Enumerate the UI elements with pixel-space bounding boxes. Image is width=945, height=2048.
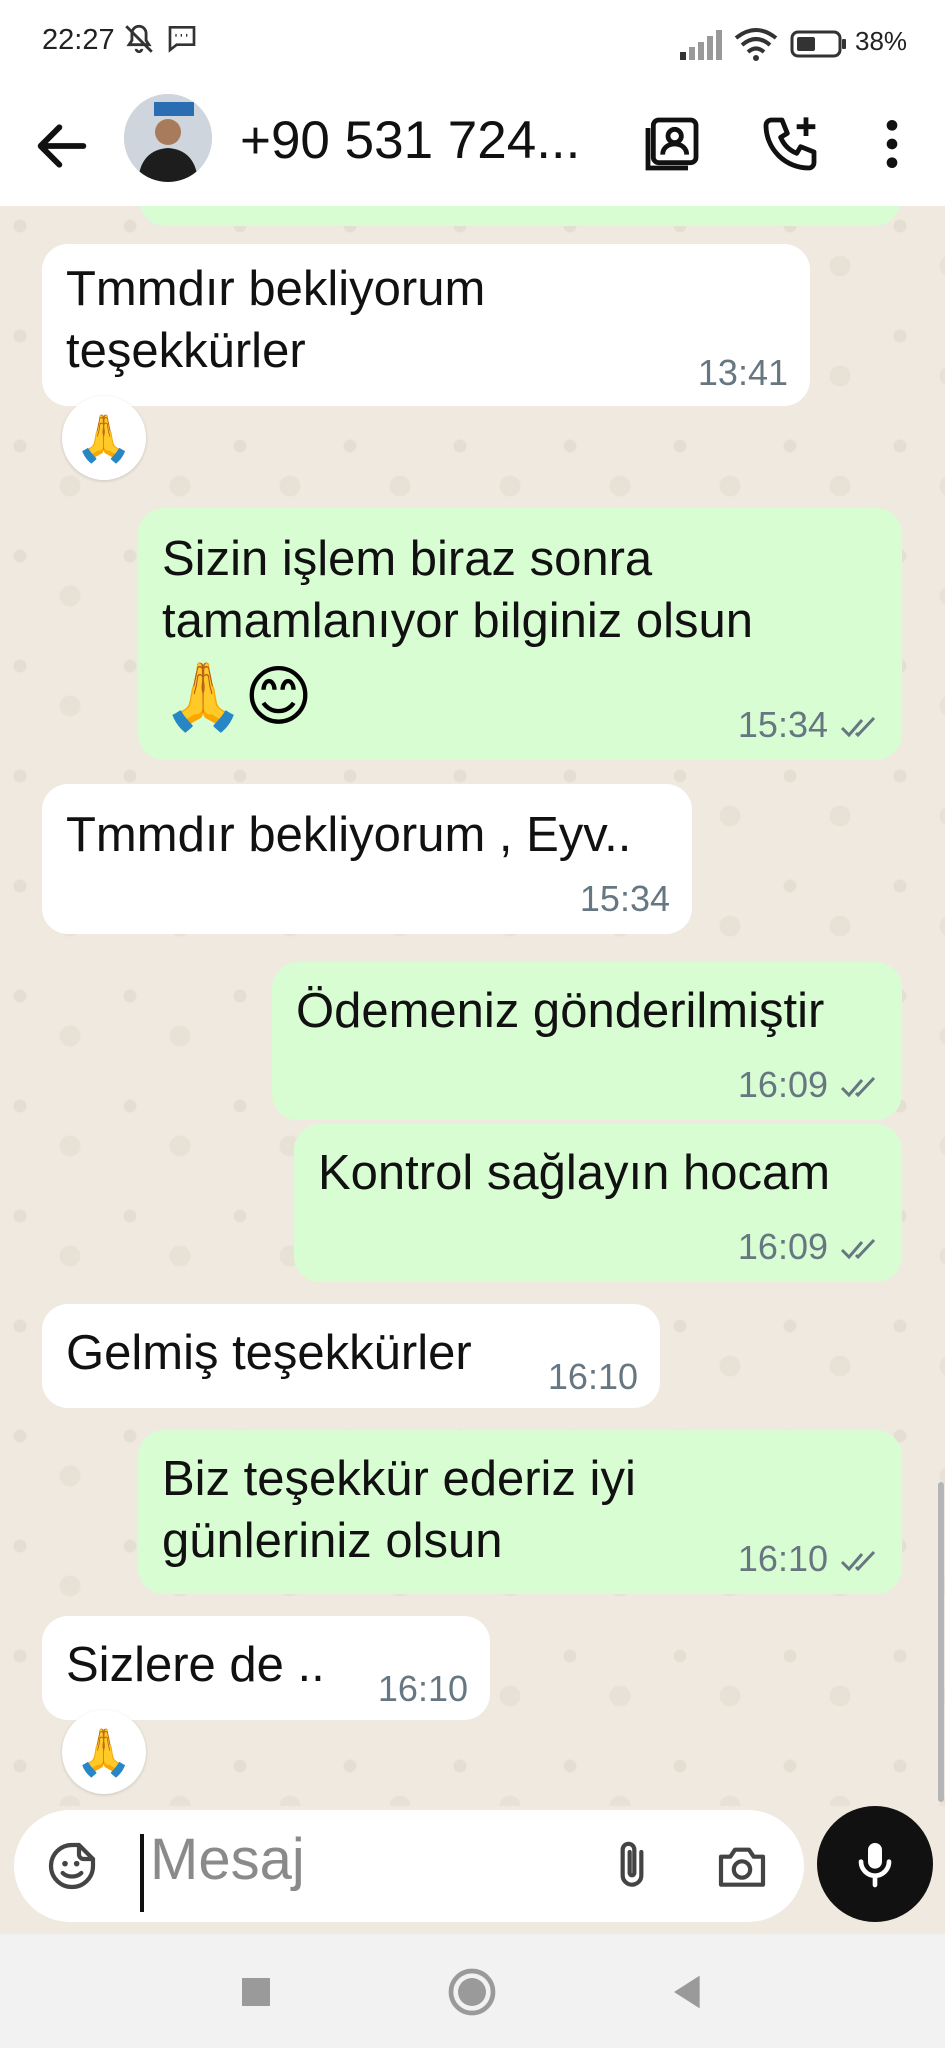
chat-area[interactable]: Tmmdır bekliyorum teşekkürler 13:41 🙏 Si… xyxy=(0,206,945,1806)
message-bubble[interactable]: Ödemeniz gönderilmiştir 16:09 xyxy=(272,962,902,1120)
message-text: Tmmdır bekliyorum xyxy=(66,262,486,316)
message-emojis: 🙏😊 xyxy=(162,659,313,733)
read-ticks-icon xyxy=(840,1550,876,1572)
message-bubble[interactable]: Biz teşekkür ederiz iyi günleriniz olsun… xyxy=(138,1430,902,1594)
battery-icon xyxy=(790,30,846,58)
avatar[interactable] xyxy=(124,94,212,182)
message-text: tamamlanıyor bilginiz olsun xyxy=(162,594,753,648)
mic-icon xyxy=(858,1843,892,1888)
message-text: Biz teşekkür ederiz iyi xyxy=(162,1452,636,1506)
message-time: 16:10 xyxy=(737,1538,828,1579)
message-time: 13:41 xyxy=(697,352,788,393)
read-ticks-icon xyxy=(840,1076,876,1098)
message-text: Kontrol sağlayın hocam xyxy=(318,1146,831,1200)
message-time: 16:09 xyxy=(737,1064,828,1105)
camera-icon[interactable] xyxy=(714,1838,770,1894)
reaction-badge[interactable]: 🙏 xyxy=(62,396,146,480)
message-icon xyxy=(168,26,196,53)
message-text: Gelmiş teşekkürler xyxy=(66,1326,472,1380)
message-time: 15:34 xyxy=(737,704,828,745)
message-text: Tmmdır bekliyorum , Eyv.. xyxy=(66,808,632,862)
add-call-icon[interactable] xyxy=(758,112,822,176)
back-arrow-icon[interactable] xyxy=(30,114,94,178)
message-bubble-partial[interactable] xyxy=(140,206,900,226)
read-ticks-icon xyxy=(840,716,876,738)
sticker-icon[interactable] xyxy=(44,1838,100,1894)
message-bubble[interactable]: Gelmiş teşekkürler 16:10 xyxy=(42,1304,660,1408)
contact-title[interactable]: +90 531 724... xyxy=(240,110,580,171)
read-ticks-icon xyxy=(840,1238,876,1260)
status-bar: 22:27 38% xyxy=(0,0,945,88)
contact-card-icon[interactable] xyxy=(640,112,704,176)
mic-button[interactable] xyxy=(817,1806,933,1922)
message-time: 16:10 xyxy=(377,1668,468,1709)
message-time: 16:10 xyxy=(547,1356,638,1397)
battery-level: 38% xyxy=(855,26,908,56)
back-icon[interactable] xyxy=(660,1964,716,2020)
wifi-icon xyxy=(734,28,778,61)
more-vert-icon[interactable] xyxy=(860,112,924,176)
reaction-badge[interactable]: 🙏 xyxy=(62,1710,146,1794)
message-input[interactable]: Mesaj xyxy=(150,1826,305,1893)
scrollbar[interactable] xyxy=(938,1482,944,1802)
message-text: Ödemeniz gönderilmiştir xyxy=(296,984,825,1038)
message-text: Sizin işlem biraz sonra xyxy=(162,532,653,586)
text-cursor xyxy=(140,1834,144,1912)
attach-icon[interactable] xyxy=(604,1838,660,1894)
message-composer[interactable]: Mesaj xyxy=(14,1810,804,1922)
status-time: 22:27 xyxy=(42,24,115,56)
message-bubble[interactable]: Sizin işlem biraz sonra tamamlanıyor bil… xyxy=(138,508,902,760)
message-bubble[interactable]: Kontrol sağlayın hocam 16:09 xyxy=(294,1124,902,1282)
message-time: 15:34 xyxy=(579,878,670,919)
message-text: günleriniz olsun xyxy=(162,1514,503,1568)
message-text: teşekkürler xyxy=(66,324,306,378)
message-time: 16:09 xyxy=(737,1226,828,1267)
message-bubble[interactable]: Tmmdır bekliyorum teşekkürler 13:41 xyxy=(42,244,810,406)
message-text: Sizlere de .. xyxy=(66,1638,325,1692)
message-bubble[interactable]: Sizlere de .. 16:10 xyxy=(42,1616,490,1720)
home-icon[interactable] xyxy=(444,1964,500,2020)
recents-icon[interactable] xyxy=(228,1964,284,2020)
bell-off-icon xyxy=(125,24,153,54)
message-bubble[interactable]: Tmmdır bekliyorum , Eyv.. 15:34 xyxy=(42,784,692,934)
signal-icon xyxy=(680,30,722,60)
chat-header: +90 531 724... xyxy=(0,88,945,206)
system-nav-bar xyxy=(0,1934,945,2048)
